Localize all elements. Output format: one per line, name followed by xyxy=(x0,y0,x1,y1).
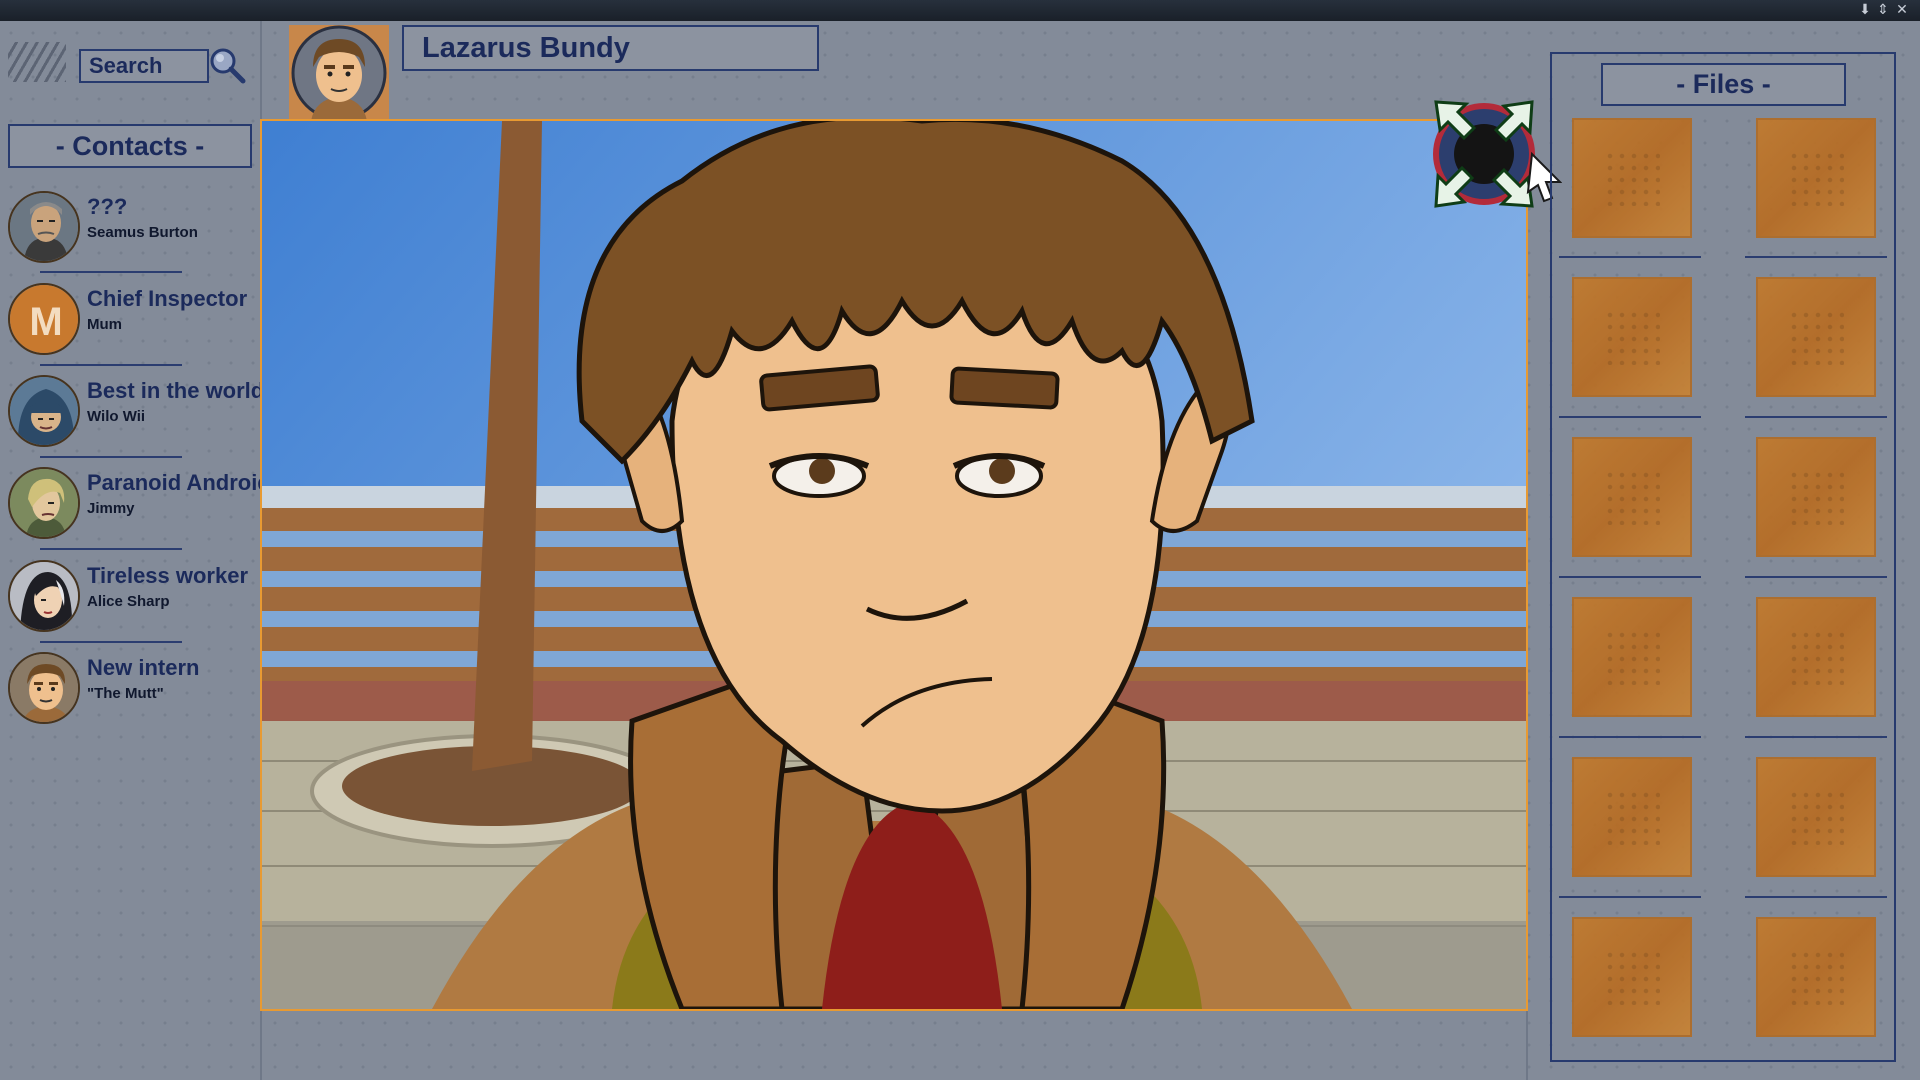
file-divider xyxy=(1745,736,1887,738)
file-slot[interactable] xyxy=(1756,917,1876,1037)
download-icon[interactable]: ⬇ xyxy=(1856,1,1874,19)
letter-m-badge-icon: M xyxy=(8,283,80,355)
resize-icon[interactable]: ⇕ xyxy=(1874,1,1892,19)
dark-haired-woman-portrait-icon xyxy=(8,560,80,632)
contact-title: ??? xyxy=(87,194,127,220)
contact-name: Wilo Wii xyxy=(87,408,145,425)
search-field[interactable]: Search xyxy=(79,49,209,83)
move-arrows-icon[interactable] xyxy=(1422,94,1562,222)
contact-title: New intern xyxy=(87,655,199,681)
file-slot[interactable] xyxy=(1572,277,1692,397)
contact-name: Mum xyxy=(87,316,122,333)
bottom-strip xyxy=(262,1011,1528,1080)
contact-title: Best in the world xyxy=(87,378,264,404)
file-divider xyxy=(1559,256,1701,258)
files-header: - Files - xyxy=(1601,63,1846,106)
blonde-character-portrait-icon xyxy=(8,467,80,539)
file-divider xyxy=(1559,416,1701,418)
character-portrait-view xyxy=(260,119,1528,1011)
contact-title: Chief Inspector xyxy=(87,286,247,312)
contact-name: Jimmy xyxy=(87,500,135,517)
game-screen: ⬇ ⇕ ✕ Search - Contacts - ??? Seamus Bur… xyxy=(0,0,1920,1080)
file-divider xyxy=(1559,736,1701,738)
contact-divider xyxy=(40,456,182,458)
contact-divider xyxy=(40,548,182,550)
decorative-slashes xyxy=(8,42,66,82)
contact-divider xyxy=(40,271,182,273)
badge-letter: M xyxy=(29,300,62,344)
contact-item[interactable]: Best in the world Wilo Wii xyxy=(8,375,262,449)
contact-item[interactable]: New intern "The Mutt" xyxy=(8,652,262,726)
contacts-sidebar xyxy=(0,21,262,1080)
file-slot[interactable] xyxy=(1756,118,1876,238)
file-slot[interactable] xyxy=(1756,277,1876,397)
contact-item[interactable]: Paranoid Android Jimmy xyxy=(8,467,262,541)
character-portrait xyxy=(262,121,1526,1009)
contact-name: Seamus Burton xyxy=(87,224,198,241)
contacts-header: - Contacts - xyxy=(8,124,252,168)
file-slot[interactable] xyxy=(1572,118,1692,238)
file-slot[interactable] xyxy=(1756,757,1876,877)
contact-name: "The Mutt" xyxy=(87,685,164,702)
search-icon[interactable] xyxy=(206,44,248,86)
file-slot[interactable] xyxy=(1572,597,1692,717)
file-divider xyxy=(1745,896,1887,898)
profile-name: Lazarus Bundy xyxy=(402,25,819,71)
contact-item[interactable]: M Chief Inspector Mum xyxy=(8,283,262,357)
contact-name: Alice Sharp xyxy=(87,593,170,610)
window-title-bar: ⬇ ⇕ ✕ xyxy=(0,0,1920,21)
contact-item[interactable]: ??? Seamus Burton xyxy=(8,191,262,265)
file-slot[interactable] xyxy=(1756,597,1876,717)
brown-haired-man-portrait-icon xyxy=(8,652,80,724)
contact-item[interactable]: Tireless worker Alice Sharp xyxy=(8,560,262,634)
old-man-portrait-icon xyxy=(8,191,80,263)
contact-title: Paranoid Android xyxy=(87,470,271,496)
file-divider xyxy=(1559,896,1701,898)
file-divider xyxy=(1559,576,1701,578)
contact-divider xyxy=(40,364,182,366)
file-slot[interactable] xyxy=(1756,437,1876,557)
close-icon[interactable]: ✕ xyxy=(1893,1,1911,19)
file-slot[interactable] xyxy=(1572,437,1692,557)
file-divider xyxy=(1745,256,1887,258)
file-divider xyxy=(1745,416,1887,418)
contact-divider xyxy=(40,641,182,643)
file-divider xyxy=(1745,576,1887,578)
profile-avatar xyxy=(289,25,389,121)
file-slot[interactable] xyxy=(1572,917,1692,1037)
hooded-character-portrait-icon xyxy=(8,375,80,447)
file-slot[interactable] xyxy=(1572,757,1692,877)
contact-title: Tireless worker xyxy=(87,563,248,589)
